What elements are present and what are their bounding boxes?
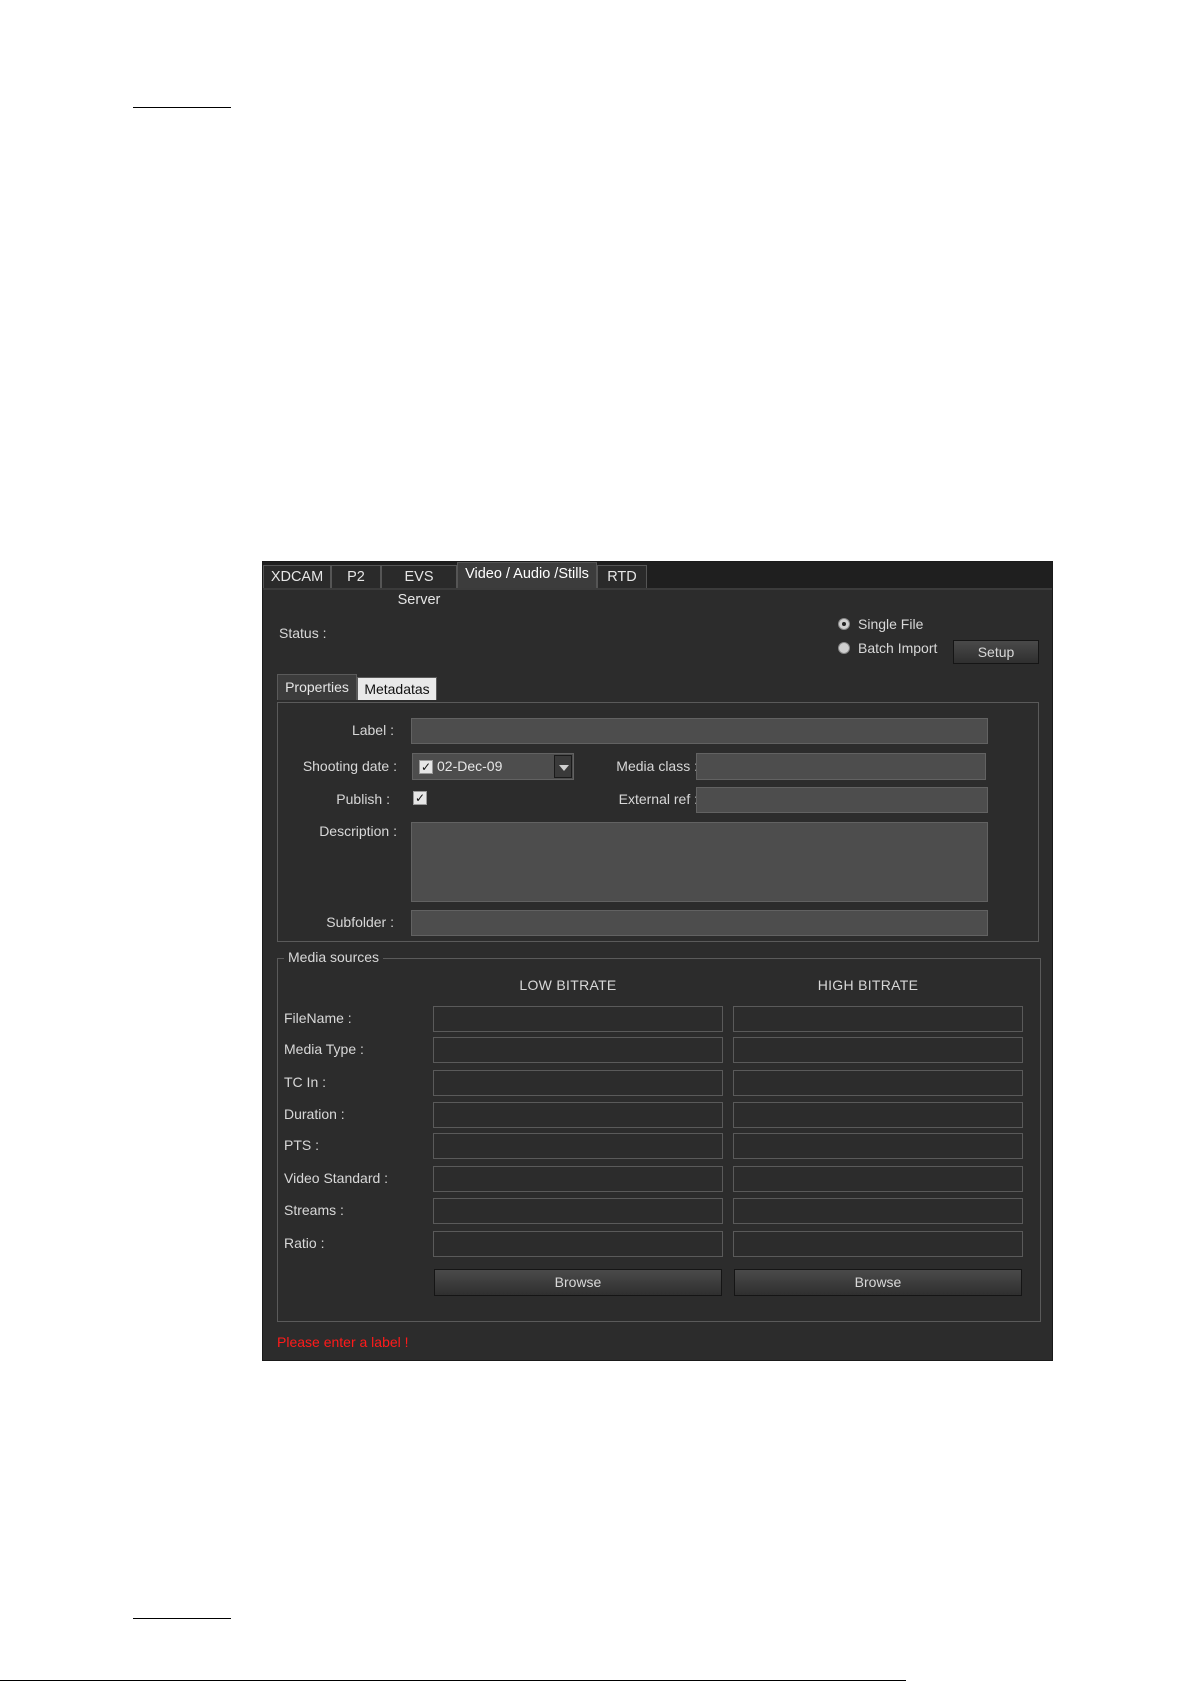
tc-in-low-field[interactable]	[433, 1070, 723, 1096]
media-class-label: Media class :	[616, 758, 698, 774]
media-sources-group: Media sources LOW BITRATE HIGH BITRATE F…	[277, 949, 1041, 1322]
label-label: Label :	[351, 722, 394, 738]
shooting-date-label: Shooting date :	[302, 758, 397, 774]
properties-panel: Label : Shooting date : ✓ 02-Dec-09 Medi…	[277, 702, 1039, 942]
batch-import-radio[interactable]	[838, 642, 850, 654]
batch-import-label[interactable]: Batch Import	[858, 640, 937, 656]
browse-low-button[interactable]: Browse	[434, 1269, 722, 1296]
filename-low-field[interactable]	[433, 1006, 723, 1032]
shooting-date-picker[interactable]: ✓ 02-Dec-09	[412, 753, 574, 780]
streams-high-field[interactable]	[733, 1198, 1023, 1224]
external-ref-input[interactable]	[696, 787, 988, 813]
video-standard-label: Video Standard :	[284, 1170, 389, 1186]
media-type-high-field[interactable]	[733, 1037, 1023, 1063]
tab-rtd[interactable]: RTD	[597, 565, 647, 588]
low-bitrate-header: LOW BITRATE	[519, 977, 617, 993]
label-input[interactable]	[411, 718, 988, 744]
ratio-low-field[interactable]	[433, 1231, 723, 1257]
subfolder-label: Subfolder :	[326, 914, 394, 930]
error-message: Please enter a label !	[277, 1334, 409, 1350]
tc-in-high-field[interactable]	[733, 1070, 1023, 1096]
single-file-radio[interactable]	[838, 618, 850, 630]
tab-video-audio-stills[interactable]: Video / Audio /Stills	[457, 562, 597, 588]
duration-low-field[interactable]	[433, 1102, 723, 1128]
subfolder-input[interactable]	[411, 910, 988, 936]
duration-label: Duration :	[284, 1106, 345, 1122]
media-type-low-field[interactable]	[433, 1037, 723, 1063]
tab-xdcam[interactable]: XDCAM	[263, 565, 331, 588]
media-class-select[interactable]	[696, 753, 986, 780]
streams-label: Streams :	[284, 1202, 344, 1218]
setup-button[interactable]: Setup	[953, 640, 1039, 664]
ratio-label: Ratio :	[284, 1235, 325, 1251]
single-file-label[interactable]: Single File	[858, 616, 923, 632]
tab-metadatas[interactable]: Metadatas	[357, 677, 437, 700]
duration-high-field[interactable]	[733, 1102, 1023, 1128]
shooting-date-value: 02-Dec-09	[437, 758, 503, 774]
high-bitrate-header: HIGH BITRATE	[817, 977, 919, 993]
filename-label: FileName :	[284, 1010, 352, 1026]
shooting-date-checkbox[interactable]: ✓	[419, 760, 433, 774]
pts-label: PTS :	[284, 1137, 320, 1153]
media-type-label: Media Type :	[284, 1041, 364, 1057]
pts-low-field[interactable]	[433, 1133, 723, 1159]
video-standard-low-field[interactable]	[433, 1166, 723, 1192]
tab-properties[interactable]: Properties	[277, 674, 357, 700]
video-standard-high-field[interactable]	[733, 1166, 1023, 1192]
external-ref-label: External ref :	[618, 791, 698, 807]
import-window: XDCAM P2 EVS Server Video / Audio /Still…	[262, 561, 1053, 1361]
ratio-high-field[interactable]	[733, 1231, 1023, 1257]
tc-in-label: TC In :	[284, 1074, 327, 1090]
media-sources-legend: Media sources	[284, 949, 384, 965]
bottom-rule	[133, 1618, 231, 1619]
filename-high-field[interactable]	[733, 1006, 1023, 1032]
publish-label: Publish :	[336, 791, 390, 807]
streams-low-field[interactable]	[433, 1198, 723, 1224]
shooting-date-dropdown[interactable]	[554, 755, 572, 778]
status-label: Status :	[279, 625, 327, 641]
footer-rule	[0, 1680, 906, 1681]
pts-high-field[interactable]	[733, 1133, 1023, 1159]
publish-checkbox[interactable]: ✓	[413, 791, 427, 805]
browse-high-button[interactable]: Browse	[734, 1269, 1022, 1296]
tab-evs-server[interactable]: EVS Server	[381, 565, 457, 608]
top-rule	[133, 107, 231, 108]
tab-p2[interactable]: P2	[331, 565, 381, 588]
main-tab-bar: XDCAM P2 EVS Server Video / Audio /Still…	[263, 562, 1052, 608]
description-label: Description :	[319, 823, 397, 839]
description-textarea[interactable]	[411, 822, 988, 902]
